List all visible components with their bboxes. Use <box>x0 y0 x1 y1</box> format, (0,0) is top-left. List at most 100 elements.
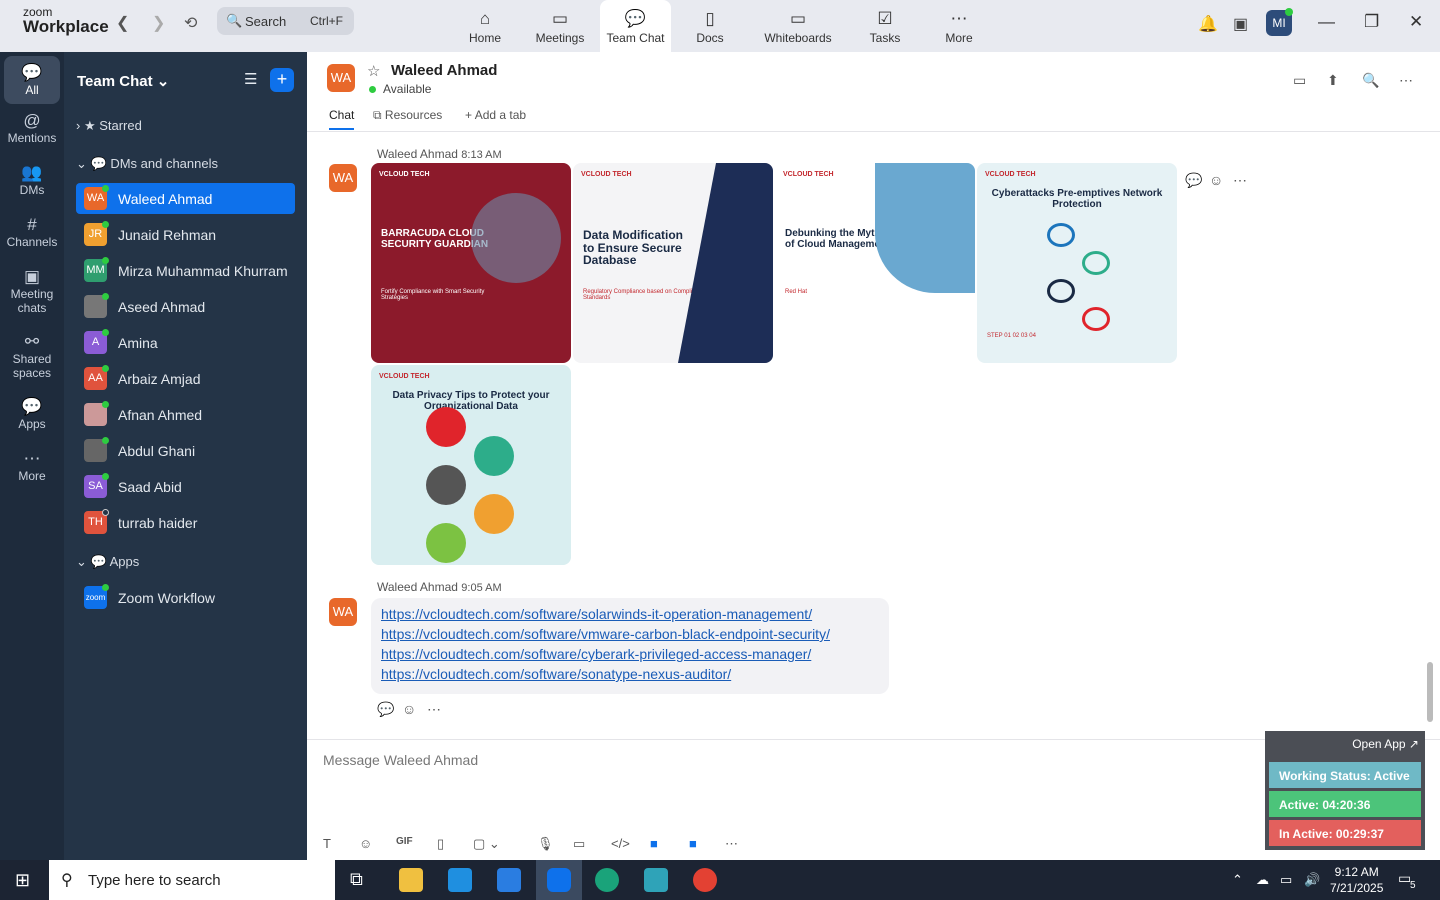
rail-apps[interactable]: 💬 Apps <box>4 398 60 431</box>
message-link[interactable]: https://vcloudtech.com/software/sonatype… <box>381 664 879 684</box>
emoji-icon[interactable]: ☺ <box>359 836 372 851</box>
file-explorer-icon[interactable] <box>399 868 423 892</box>
chevron-up-icon[interactable]: ⌃ <box>1232 872 1243 888</box>
reply-icon[interactable]: 💬 <box>377 701 394 718</box>
app-icon[interactable] <box>644 868 668 892</box>
sidebar-item-zoom-workflow[interactable]: zoom Zoom Workflow <box>76 582 295 613</box>
mic-icon[interactable]: 🎙 <box>537 836 554 852</box>
cloud-icon[interactable]: ☁ <box>1256 872 1269 888</box>
avatar[interactable]: WA <box>327 64 355 92</box>
video-message-icon[interactable]: ▭ <box>573 836 585 852</box>
format-icon[interactable]: T <box>323 836 331 851</box>
sidebar-section-starred[interactable]: › ★ Starred <box>76 118 142 134</box>
edge-icon[interactable] <box>595 868 619 892</box>
reply-icon[interactable]: 💬 <box>1185 172 1202 189</box>
search-icon[interactable]: 🔍 <box>1362 72 1379 89</box>
emoji-icon[interactable]: ☺ <box>402 701 416 717</box>
sidebar-item-contact[interactable]: SA Saad Abid <box>76 471 295 502</box>
tab-home[interactable]: ⌂ Home <box>462 0 508 52</box>
back-icon[interactable]: ❮ <box>116 13 129 33</box>
chrome-icon[interactable] <box>693 868 717 892</box>
gif-icon[interactable]: GIF <box>396 836 413 847</box>
rail-channels[interactable]: # Channels <box>4 216 60 249</box>
message-link[interactable]: https://vcloudtech.com/software/solarwin… <box>381 604 879 624</box>
status-widget: Open App ↗ Working Status: Active Active… <box>1265 731 1425 850</box>
sidebar-item-contact[interactable]: MM Mirza Muhammad Khurram <box>76 255 295 286</box>
filter-icon[interactable]: ☰ <box>244 70 257 88</box>
sidebar-section-apps[interactable]: ⌄ 💬 Apps <box>76 554 139 570</box>
tab-chat[interactable]: Chat <box>329 108 355 130</box>
tab-team-chat[interactable]: 💬 Team Chat <box>600 0 671 52</box>
sidebar-section-dms[interactable]: ⌄ 💬 DMs and channels <box>76 156 218 172</box>
rail-dms[interactable]: 👥 DMs <box>4 164 60 197</box>
star-icon[interactable]: ☆ <box>367 62 380 80</box>
sidebar-item-contact[interactable]: Afnan Ahmed <box>76 399 295 430</box>
open-app-button[interactable]: Open App ↗ <box>1352 737 1419 751</box>
history-icon[interactable]: ⟲ <box>184 13 197 33</box>
task-view-icon[interactable]: ⧉ <box>350 869 363 890</box>
maximize-icon[interactable]: ❐ <box>1364 12 1379 32</box>
sidebar-item-contact[interactable]: WA Waleed Ahmad <box>76 183 295 214</box>
tab-resources[interactable]: ⧉ Resources <box>373 108 442 123</box>
more-icon[interactable]: ⋯ <box>725 836 738 852</box>
forward-icon[interactable]: ❯ <box>152 13 165 33</box>
mail-icon[interactable] <box>497 868 521 892</box>
file-icon[interactable]: ▯ <box>437 836 444 852</box>
image-title: Data Modification to Ensure Secure Datab… <box>583 228 684 268</box>
sidebar-item-contact[interactable]: A Amina <box>76 327 295 358</box>
sidebar-item-contact[interactable]: TH turrab haider <box>76 507 295 538</box>
more-icon[interactable]: ⋯ <box>427 701 441 718</box>
taskbar-search[interactable]: ⚲ Type here to search <box>49 860 335 900</box>
close-icon[interactable]: ✕ <box>1409 12 1423 32</box>
rail-more[interactable]: ⋯ More <box>4 450 60 483</box>
image-attachment[interactable]: VCLOUD TECH Data Privacy Tips to Protect … <box>371 365 571 565</box>
sidebar-item-contact[interactable]: JR Junaid Rehman <box>76 219 295 250</box>
image-attachment[interactable]: VCLOUD TECH Cyberattacks Pre-emptives Net… <box>977 163 1177 363</box>
rail-all[interactable]: 💬 All <box>4 56 60 104</box>
app-icon[interactable]: ■ <box>650 836 658 851</box>
chat-contact-name[interactable]: Waleed Ahmad <box>391 62 497 79</box>
video-call-icon[interactable]: ▭ <box>1293 72 1306 89</box>
image-attachment[interactable]: VCLOUD TECH BARRACUDA CLOUD SECURITY GUAR… <box>371 163 571 363</box>
app-icon[interactable]: ■ <box>689 836 697 851</box>
more-icon[interactable]: ⋯ <box>1399 72 1413 89</box>
tab-docs[interactable]: ▯ Docs <box>690 0 730 52</box>
calendar-icon[interactable]: ▣ <box>1233 14 1248 34</box>
avatar[interactable]: WA <box>329 164 357 192</box>
sidebar-item-contact[interactable]: AA Arbaiz Amjad <box>76 363 295 394</box>
zoom-taskbar-icon[interactable] <box>536 860 582 900</box>
search-input[interactable]: 🔍 Search Ctrl+F <box>217 7 354 35</box>
image-attachment[interactable]: VCLOUD TECH Debunking the Myths of Cloud … <box>775 163 975 363</box>
tab-tasks[interactable]: ☑ Tasks <box>866 0 904 52</box>
sidebar-item-contact[interactable]: Abdul Ghani <box>76 435 295 466</box>
store-icon[interactable] <box>448 868 472 892</box>
message-input[interactable]: Message Waleed Ahmad <box>323 752 478 768</box>
windows-start-icon[interactable]: ⊞ <box>15 870 30 891</box>
message-link[interactable]: https://vcloudtech.com/software/vmware-c… <box>381 624 879 644</box>
volume-icon[interactable]: 🔊 <box>1304 872 1320 888</box>
minimize-icon[interactable]: — <box>1318 12 1335 32</box>
screenshot-icon[interactable]: ▢ ⌄ <box>473 836 500 852</box>
tab-whiteboards[interactable]: ▭ Whiteboards <box>760 0 836 52</box>
emoji-icon[interactable]: ☺ <box>1209 172 1223 188</box>
new-chat-button[interactable]: + <box>270 68 294 92</box>
sidebar-title[interactable]: Team Chat ⌄ <box>77 72 169 90</box>
share-screen-icon[interactable]: ⬆ <box>1327 72 1339 89</box>
scrollbar[interactable] <box>1427 662 1433 722</box>
tab-meetings[interactable]: ▭ Meetings <box>530 0 590 52</box>
chat-sidebar: Team Chat ⌄ ☰ + › ★ Starred ⌄ 💬 DMs and … <box>64 52 307 860</box>
more-icon[interactable]: ⋯ <box>1233 172 1247 189</box>
avatar[interactable]: WA <box>329 598 357 626</box>
clock[interactable]: 9:12 AM 7/21/2025 <box>1330 864 1383 896</box>
network-icon[interactable]: ▭ <box>1280 872 1292 888</box>
image-attachment[interactable]: VCLOUD TECH Data Modification to Ensure S… <box>573 163 773 363</box>
rail-shared-spaces[interactable]: ⚯ Shared spaces <box>4 333 60 380</box>
sidebar-item-contact[interactable]: Aseed Ahmad <box>76 291 295 322</box>
rail-mentions[interactable]: @ Mentions <box>4 112 60 145</box>
tab-add[interactable]: + Add a tab <box>465 108 526 122</box>
rail-meeting-chats[interactable]: ▣ Meeting chats <box>4 268 60 315</box>
tab-more[interactable]: ⋯ More <box>940 0 978 52</box>
code-icon[interactable]: </> <box>611 836 630 851</box>
bell-icon[interactable]: 🔔 <box>1198 14 1218 34</box>
message-link[interactable]: https://vcloudtech.com/software/cyberark… <box>381 644 879 664</box>
